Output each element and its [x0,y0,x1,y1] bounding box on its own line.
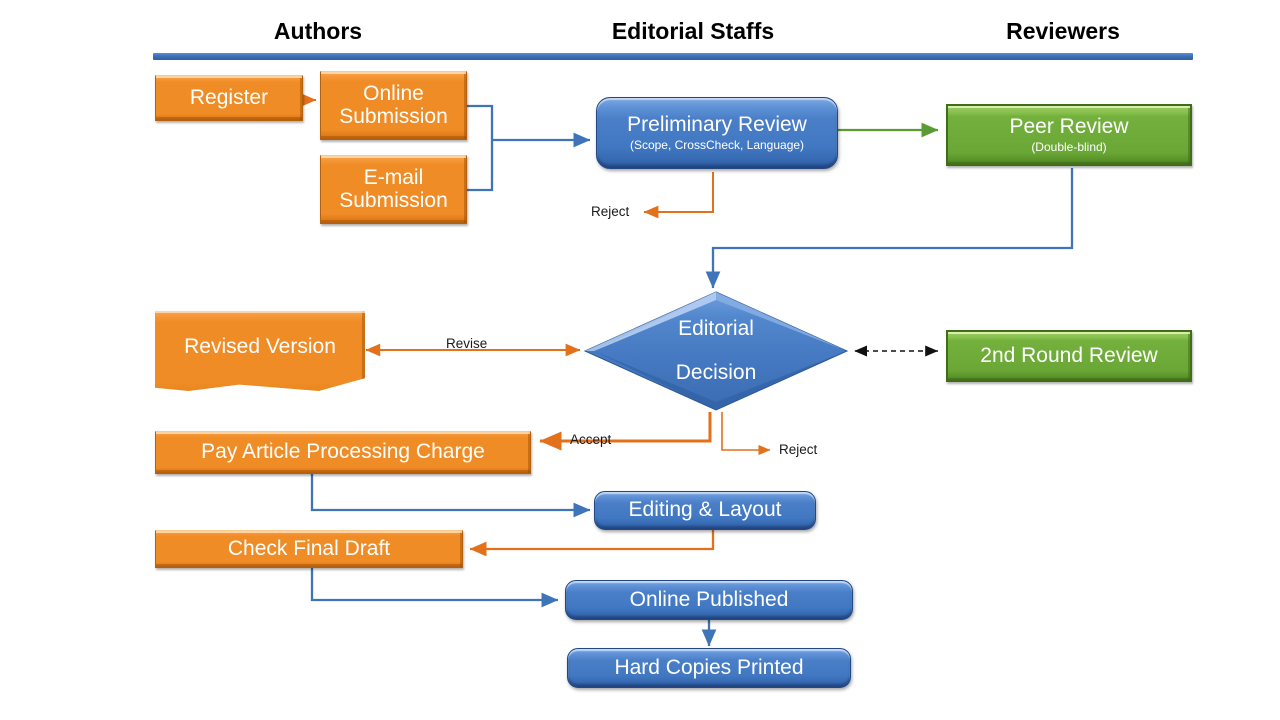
node-check-final-draft-label: Check Final Draft [227,536,391,560]
node-preliminary-review-sublabel: (Scope, CrossCheck, Language) [629,137,805,152]
node-email-submission[interactable]: E-mail Submission [320,155,467,224]
edge-label-reject-preliminary-text: Reject [591,204,630,219]
flowchart-canvas: Authors Editorial Staffs Reviewers Regis… [0,0,1280,720]
edge-pay-apc-to-editing-layout [310,474,591,518]
edge-preliminary-reject [643,172,714,219]
edge-email-submission-to-preliminary [466,141,494,192]
node-online-submission-label-line2: Submission [339,104,448,128]
edge-label-accept: Accept [570,432,611,447]
edge-label-revise-text: Revise [446,336,488,351]
node-peer-review[interactable]: Peer Review (Double-blind) [946,104,1192,166]
node-online-published-label: Online Published [629,587,789,611]
edge-accept-to-pay-apc [539,412,712,451]
edge-label-accept-text: Accept [570,432,612,447]
edge-decision-reject [721,412,771,456]
node-hard-copies-printed-label: Hard Copies Printed [614,655,804,679]
node-register-label: Register [189,85,269,109]
node-pay-apc[interactable]: Pay Article Processing Charge [155,431,531,474]
edge-peer-review-to-editorial-decision [705,168,1074,289]
node-peer-review-sublabel: (Double-blind) [1031,139,1107,154]
node-preliminary-review-label: Preliminary Review [627,113,807,137]
edge-label-reject-decision-text: Reject [779,442,818,457]
edge-check-draft-to-online-published [310,568,559,608]
edge-online-submission-to-preliminary [466,104,591,148]
editorial-decision-shape [583,291,849,411]
edge-editing-layout-to-check-draft [469,530,715,557]
node-revised-version[interactable]: Revised Version [155,311,365,391]
node-register[interactable]: Register [155,75,303,121]
edge-label-revise: Revise [446,336,487,351]
node-online-submission-label-line1: Online [363,81,424,105]
edge-label-reject-preliminary: Reject [591,204,629,219]
node-preliminary-review[interactable]: Preliminary Review (Scope, CrossCheck, L… [596,97,838,169]
node-check-final-draft[interactable]: Check Final Draft [155,530,463,568]
node-editorial-decision[interactable]: Editorial Decision [583,291,849,411]
node-revised-version-label: Revised Version [184,334,336,358]
node-peer-review-label: Peer Review [1009,115,1129,139]
node-online-published[interactable]: Online Published [565,580,853,620]
node-email-submission-label-line1: E-mail [363,165,424,189]
node-online-submission[interactable]: Online Submission [320,71,467,140]
node-second-round-review[interactable]: 2nd Round Review [946,330,1192,382]
node-pay-apc-label: Pay Article Processing Charge [201,440,485,464]
node-editing-layout-label: Editing & Layout [628,498,782,522]
node-second-round-review-label: 2nd Round Review [980,343,1158,367]
node-email-submission-label-line2: Submission [339,188,448,212]
edge-label-reject-decision: Reject [779,442,817,457]
node-hard-copies-printed[interactable]: Hard Copies Printed [567,648,851,688]
node-editing-layout[interactable]: Editing & Layout [594,491,816,530]
